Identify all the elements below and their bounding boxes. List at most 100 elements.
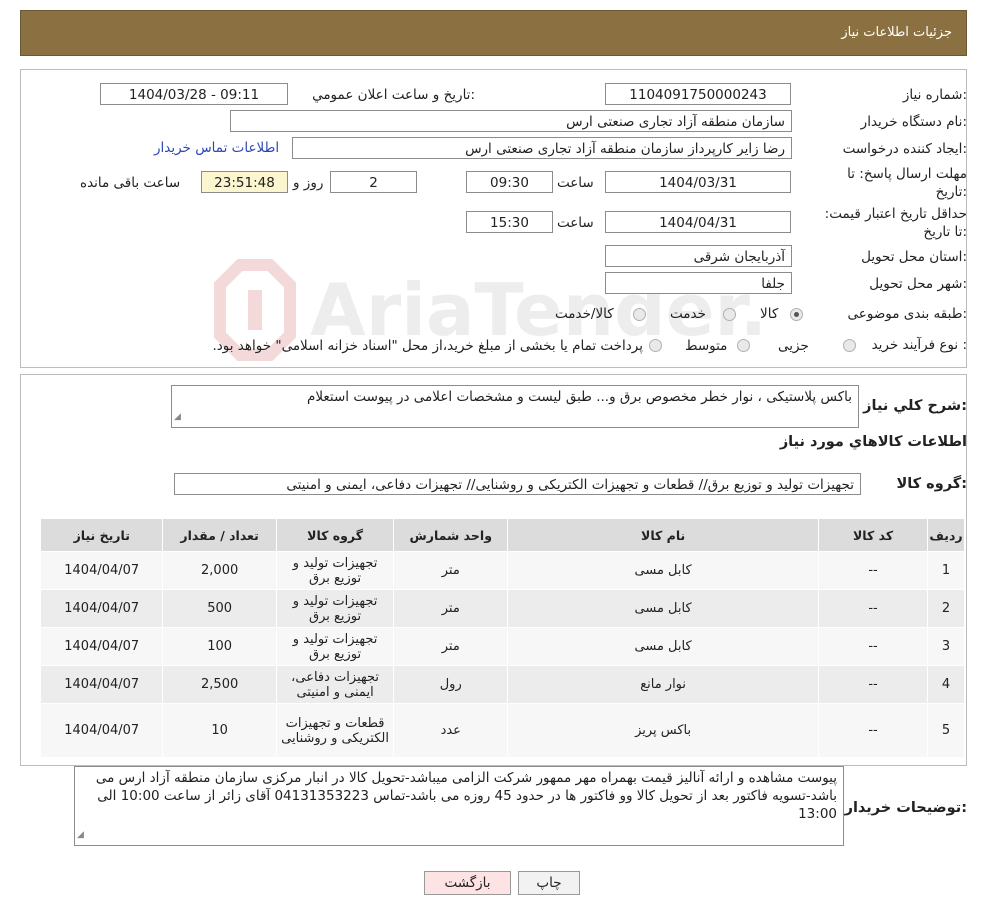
cell-need-date: 1404/04/07 bbox=[39, 703, 164, 758]
back-button[interactable]: بازگشت bbox=[424, 871, 511, 895]
process-note: پرداخت تمام یا بخشی از مبلغ خرید،از محل … bbox=[212, 338, 643, 354]
cell-item-group: تجهیزات تولید و توزیع برق bbox=[275, 551, 395, 590]
days-label: روز و bbox=[293, 175, 324, 191]
process-radio-medium[interactable] bbox=[737, 339, 750, 352]
col-row-number: ردیف bbox=[927, 518, 965, 552]
creator-field: رضا زایر کارپرداز سازمان منطقه آزاد تجار… bbox=[292, 137, 792, 159]
cell-item-code: -- bbox=[818, 665, 929, 704]
col-need-date: تاریخ نیاز bbox=[39, 518, 164, 552]
validity-label: حداقل تاریخ اعتبار قیمت: تا تاریخ: bbox=[824, 206, 967, 240]
col-quantity: تعداد / مقدار bbox=[162, 518, 277, 552]
cell-item-name: نوار مانع bbox=[507, 665, 820, 704]
table-row: 4 -- نوار مانع رول تجهیزات دفاعی، ایمنی … bbox=[39, 665, 965, 704]
goods-info-title: اطلاعات کالاهاي مورد نیاز bbox=[779, 434, 967, 450]
cell-row-number: 2 bbox=[927, 589, 965, 628]
cell-item-group: تجهیزات دفاعی، ایمنی و امنیتی bbox=[275, 665, 395, 704]
col-item-name: نام کالا bbox=[507, 518, 820, 552]
cell-item-name: کابل مسی bbox=[507, 551, 820, 590]
table-row: 1 -- کابل مسی متر تجهیزات تولید و توزیع … bbox=[39, 551, 965, 590]
buyer-field: سازمان منطقه آزاد تجاری صنعتی ارس bbox=[230, 110, 792, 132]
validity-time-label: ساعت bbox=[557, 215, 594, 231]
category-option-goods-service: کالا/خدمت bbox=[555, 306, 614, 322]
col-item-code: کد کالا bbox=[818, 518, 929, 552]
category-radio-goods-service[interactable] bbox=[633, 308, 646, 321]
province-field: آذربایجان شرقی bbox=[605, 245, 792, 267]
cell-quantity: 10 bbox=[162, 703, 277, 758]
cell-item-code: -- bbox=[818, 551, 929, 590]
cell-unit: عدد bbox=[393, 703, 509, 758]
cell-need-date: 1404/04/07 bbox=[39, 551, 164, 590]
cell-need-date: 1404/04/07 bbox=[39, 589, 164, 628]
cell-row-number: 3 bbox=[927, 627, 965, 666]
process-label: نوع فرآیند خرید : bbox=[871, 337, 967, 353]
deadline-time-label: ساعت bbox=[557, 175, 594, 191]
summary-field: باکس پلاستیکی ، نوار خطر مخصوص برق و... … bbox=[171, 385, 859, 428]
goods-table: ردیف کد کالا نام کالا واحد شمارش گروه کا… bbox=[39, 518, 965, 758]
cell-item-name: باکس پریز bbox=[507, 703, 820, 758]
deadline-time-field: 09:30 bbox=[466, 171, 553, 193]
cell-item-group: تجهیزات تولید و توزیع برق bbox=[275, 589, 395, 628]
cell-item-name: کابل مسی bbox=[507, 589, 820, 628]
process-radio-treasury[interactable] bbox=[649, 339, 662, 352]
buyer-contact-link[interactable]: اطلاعات تماس خریدار bbox=[154, 140, 279, 156]
buyer-notes-field: پیوست مشاهده و ارائه آنالیز قیمت بهمراه … bbox=[74, 766, 844, 846]
summary-label: شرح کلي نیاز: bbox=[863, 398, 967, 414]
col-unit: واحد شمارش bbox=[393, 518, 509, 552]
cell-item-code: -- bbox=[818, 589, 929, 628]
cell-row-number: 5 bbox=[927, 703, 965, 758]
creator-label: ایجاد کننده درخواست: bbox=[842, 141, 967, 157]
cell-row-number: 4 bbox=[927, 665, 965, 704]
cell-item-code: -- bbox=[818, 703, 929, 758]
goods-group-field: تجهیزات تولید و توزیع برق// قطعات و تجهی… bbox=[174, 473, 861, 495]
cell-item-name: کابل مسی bbox=[507, 627, 820, 666]
table-row: 5 -- باکس پریز عدد قطعات و تجهیزات الکتر… bbox=[39, 703, 965, 758]
cell-row-number: 1 bbox=[927, 551, 965, 590]
cell-quantity: 100 bbox=[162, 627, 277, 666]
process-radio-minor[interactable] bbox=[843, 339, 856, 352]
cell-unit: رول bbox=[393, 665, 509, 704]
remaining-time-label: ساعت باقی مانده bbox=[80, 175, 181, 191]
validity-date-field: 1404/04/31 bbox=[605, 211, 791, 233]
validity-time-field: 15:30 bbox=[466, 211, 553, 233]
cell-quantity: 2,500 bbox=[162, 665, 277, 704]
cell-item-code: -- bbox=[818, 627, 929, 666]
table-row: 2 -- کابل مسی متر تجهیزات تولید و توزیع … bbox=[39, 589, 965, 628]
cell-need-date: 1404/04/07 bbox=[39, 627, 164, 666]
category-option-goods: کالا bbox=[760, 306, 779, 322]
days-remaining-field: 2 bbox=[330, 171, 417, 193]
category-radio-service[interactable] bbox=[723, 308, 736, 321]
cell-unit: متر bbox=[393, 551, 509, 590]
col-item-group: گروه کالا bbox=[275, 518, 395, 552]
need-number-label: شماره نیاز: bbox=[902, 87, 967, 103]
deadline-date-field: 1404/03/31 bbox=[605, 171, 791, 193]
announce-field: 1404/03/28 - 09:11 bbox=[100, 83, 288, 105]
buyer-notes-text: پیوست مشاهده و ارائه آنالیز قیمت بهمراه … bbox=[95, 770, 837, 822]
cell-need-date: 1404/04/07 bbox=[39, 665, 164, 704]
cell-item-group: تجهیزات تولید و توزیع برق bbox=[275, 627, 395, 666]
cell-unit: متر bbox=[393, 589, 509, 628]
cell-quantity: 500 bbox=[162, 589, 277, 628]
page-title: جزئیات اطلاعات نیاز bbox=[841, 25, 952, 40]
deadline-label: مهلت ارسال پاسخ: تا تاریخ: bbox=[847, 166, 967, 200]
summary-text: باکس پلاستیکی ، نوار خطر مخصوص برق و... … bbox=[306, 389, 852, 405]
province-label: استان محل تحویل: bbox=[861, 249, 967, 265]
print-button[interactable]: چاپ bbox=[518, 871, 580, 895]
buyer-notes-label: توضیحات خریدار: bbox=[844, 800, 967, 816]
process-option-minor: جزیی bbox=[778, 338, 809, 354]
need-number-field: 1104091750000243 bbox=[605, 83, 791, 105]
city-field: جلفا bbox=[605, 272, 792, 294]
table-header-row: ردیف کد کالا نام کالا واحد شمارش گروه کا… bbox=[39, 518, 965, 552]
category-radio-goods[interactable] bbox=[790, 308, 803, 321]
cell-unit: متر bbox=[393, 627, 509, 666]
resize-handle-icon: ◢ bbox=[77, 830, 84, 840]
buyer-label: نام دستگاه خریدار: bbox=[860, 114, 967, 130]
goods-group-label: گروه کالا: bbox=[896, 476, 967, 492]
process-option-medium: متوسط bbox=[685, 338, 728, 354]
announce-label: تاریخ و ساعت اعلان عمومي: bbox=[312, 87, 475, 103]
cell-item-group: قطعات و تجهیزات الکتریکی و روشنایی bbox=[275, 703, 395, 758]
table-row: 3 -- کابل مسی متر تجهیزات تولید و توزیع … bbox=[39, 627, 965, 666]
category-label: طبقه بندی موضوعی: bbox=[847, 306, 967, 322]
category-option-service: خدمت bbox=[670, 306, 706, 322]
resize-handle-icon: ◢ bbox=[174, 412, 181, 422]
remaining-time-field: 23:51:48 bbox=[201, 171, 288, 193]
